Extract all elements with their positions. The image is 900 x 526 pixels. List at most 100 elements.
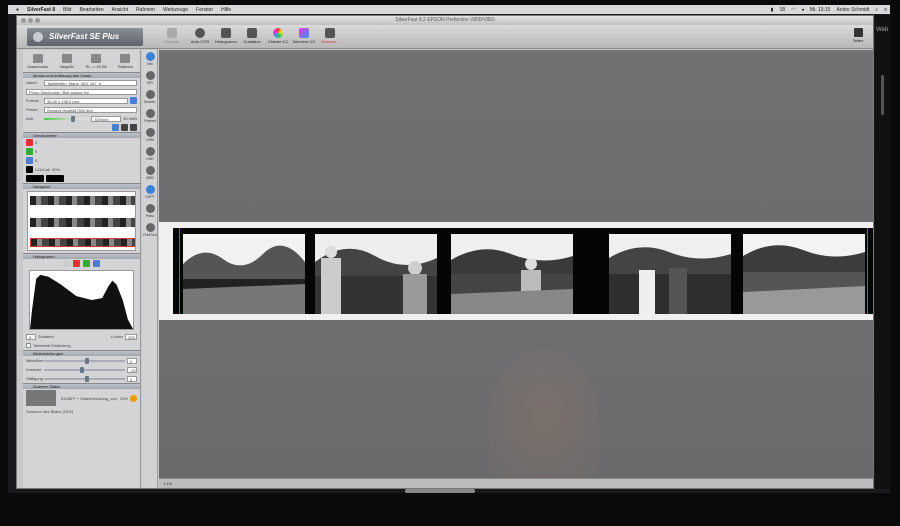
tool-isrd[interactable]: iSRD bbox=[142, 164, 158, 183]
menu-ansicht[interactable]: Ansicht bbox=[112, 7, 128, 13]
background-scrollbar[interactable] bbox=[881, 75, 884, 115]
reset-icon[interactable] bbox=[130, 124, 137, 131]
menu-clock[interactable]: Mi. 13:15 bbox=[810, 7, 831, 13]
tool-printtool[interactable]: PrintTool bbox=[142, 221, 158, 240]
tool-pano[interactable]: Pano bbox=[142, 202, 158, 221]
auto-ccr-button[interactable]: Auto-CCR bbox=[187, 28, 213, 48]
film-frame-4[interactable] bbox=[609, 234, 731, 314]
channel-blue-button[interactable] bbox=[93, 260, 100, 267]
tool-info[interactable]: Info bbox=[142, 50, 158, 69]
tool-frames[interactable]: Frames bbox=[142, 107, 158, 126]
share-button[interactable]: Teilen bbox=[849, 28, 867, 43]
red-channel-icon bbox=[26, 139, 33, 146]
menu-user[interactable]: Andre Schmidt bbox=[836, 7, 869, 13]
selection-left-edge[interactable] bbox=[179, 228, 180, 314]
tool-smartb[interactable]: Smartb. bbox=[142, 88, 158, 107]
navigator-strip-selected[interactable] bbox=[30, 238, 135, 247]
menu-bild[interactable]: Bild bbox=[63, 7, 71, 13]
menu-bar: ● SilverFast 8 Bild Bearbeiten Ansicht R… bbox=[8, 5, 890, 14]
film-frame-3[interactable] bbox=[451, 234, 573, 314]
frame-2-image bbox=[315, 234, 437, 314]
film-frame-2[interactable] bbox=[315, 234, 437, 314]
close-window-icon[interactable] bbox=[21, 18, 26, 23]
shadow-label: Schatten bbox=[38, 334, 54, 339]
shadow-field[interactable]: 0 bbox=[26, 333, 36, 340]
gradation-button[interactable]: Gradation bbox=[239, 28, 265, 48]
film-frame-5[interactable] bbox=[743, 234, 865, 314]
lock-ratio-icon[interactable] bbox=[130, 97, 137, 104]
volume-icon[interactable]: ◂ bbox=[801, 7, 804, 13]
spotlight-icon[interactable]: ⌕ bbox=[875, 7, 878, 13]
light-field[interactable]: 255 bbox=[125, 333, 137, 340]
frame-4-image bbox=[609, 234, 731, 314]
canvas-empty-top bbox=[159, 50, 873, 220]
saturation-slider[interactable] bbox=[44, 375, 125, 382]
wifi-icon[interactable]: ◠ bbox=[791, 7, 795, 13]
resolution-slider[interactable] bbox=[44, 115, 90, 122]
stop-scan-icon[interactable] bbox=[130, 394, 137, 402]
navigator-header[interactable]: Navigator bbox=[23, 183, 140, 189]
menu-werkzeuge[interactable]: Werkzeuge bbox=[163, 7, 188, 13]
zoom-window-icon[interactable] bbox=[35, 18, 40, 23]
prescan-button[interactable]: Prescan bbox=[159, 28, 185, 48]
tool-ipr[interactable]: IPR bbox=[142, 69, 158, 88]
midtones-slider[interactable] bbox=[44, 357, 125, 364]
contrast-slider[interactable] bbox=[44, 366, 125, 373]
notification-icon[interactable]: ≡ bbox=[884, 7, 887, 13]
contrast-row: Kontrast -10 bbox=[23, 365, 140, 374]
preset-type-select[interactable]: Photo Zeichnung / Bild analog fon bbox=[26, 88, 137, 95]
apple-menu-icon[interactable]: ● bbox=[16, 7, 19, 13]
scanmode-button[interactable]: Scanmodus bbox=[27, 53, 49, 69]
usm-tool-icon bbox=[145, 128, 155, 137]
menu-app-name[interactable]: SilverFast 8 bbox=[27, 7, 55, 13]
channel-red-button[interactable] bbox=[73, 260, 80, 267]
resolution-slider-knob[interactable] bbox=[71, 115, 76, 122]
film-strip[interactable] bbox=[173, 228, 873, 314]
histogram-button[interactable]: Histogramm bbox=[213, 28, 239, 48]
scanner-icon bbox=[325, 28, 335, 38]
minimize-window-icon[interactable] bbox=[28, 18, 33, 23]
global-cc-button[interactable]: Globale CC bbox=[265, 28, 291, 48]
scanner-button[interactable]: Scanner... bbox=[317, 28, 343, 48]
saturation-knob[interactable] bbox=[84, 375, 89, 382]
contrast-field[interactable]: -10 bbox=[127, 366, 137, 373]
histogram-graph[interactable] bbox=[29, 270, 134, 330]
light-label: Lichter bbox=[110, 334, 123, 339]
frame-5-image bbox=[743, 234, 865, 314]
file-size: 30.3MB bbox=[123, 116, 137, 121]
menu-hilfe[interactable]: Hilfe bbox=[221, 7, 231, 13]
film-frame-1[interactable] bbox=[183, 234, 305, 314]
navigator-preview[interactable] bbox=[27, 191, 136, 251]
prescan-icon bbox=[167, 28, 177, 38]
saturation-field[interactable]: 0 bbox=[127, 375, 137, 382]
densitometer-mode[interactable]: LCh/Lab bbox=[35, 167, 50, 172]
format-field[interactable]: 35,40 x 135,0 mm bbox=[44, 97, 128, 104]
info-icon[interactable] bbox=[112, 124, 119, 131]
preview-canvas[interactable] bbox=[159, 50, 873, 488]
channel-green-button[interactable] bbox=[83, 260, 90, 267]
gear-icon[interactable] bbox=[121, 124, 128, 131]
menu-fenster[interactable]: Fenster bbox=[196, 7, 213, 13]
selection-right-edge[interactable] bbox=[867, 228, 868, 314]
selective-cc-button[interactable]: Selective CC bbox=[291, 28, 317, 48]
menu-bearbeiten[interactable]: Bearbeiten bbox=[79, 7, 103, 13]
midtones-field[interactable]: 0 bbox=[127, 357, 137, 364]
contrast-knob[interactable] bbox=[79, 366, 84, 373]
frame-button[interactable]: Rahmen bbox=[114, 53, 136, 69]
bitdepth-button[interactable]: RL -> 16 Bit bbox=[85, 53, 107, 69]
channel-all-button[interactable] bbox=[63, 260, 70, 267]
name-field[interactable]: Tadstreifen_Maue_083_167_6 bbox=[44, 79, 137, 86]
preset-select[interactable]: Gesamt Qualität (300 dpi) bbox=[44, 106, 137, 113]
scanner-status-row: 51GBPI + 'Dateiv/erteilung_von_andre/d..… bbox=[23, 389, 140, 407]
negafix-button[interactable]: Negafix bbox=[56, 53, 78, 69]
densitometer-percent[interactable]: 90% bbox=[52, 167, 60, 172]
ipr-tool-icon bbox=[145, 71, 155, 80]
tint-checkbox[interactable] bbox=[26, 343, 31, 348]
tool-gnd[interactable]: GND bbox=[142, 145, 158, 164]
midtones-knob[interactable] bbox=[84, 357, 89, 364]
tool-usm[interactable]: USM bbox=[142, 126, 158, 145]
resolution-field[interactable]: 3200ppi bbox=[91, 115, 122, 122]
battery-icon[interactable]: ▮ bbox=[771, 7, 774, 13]
menu-rahmen[interactable]: Rahmen bbox=[136, 7, 155, 13]
tool-dspt[interactable]: DSPT bbox=[142, 183, 158, 202]
